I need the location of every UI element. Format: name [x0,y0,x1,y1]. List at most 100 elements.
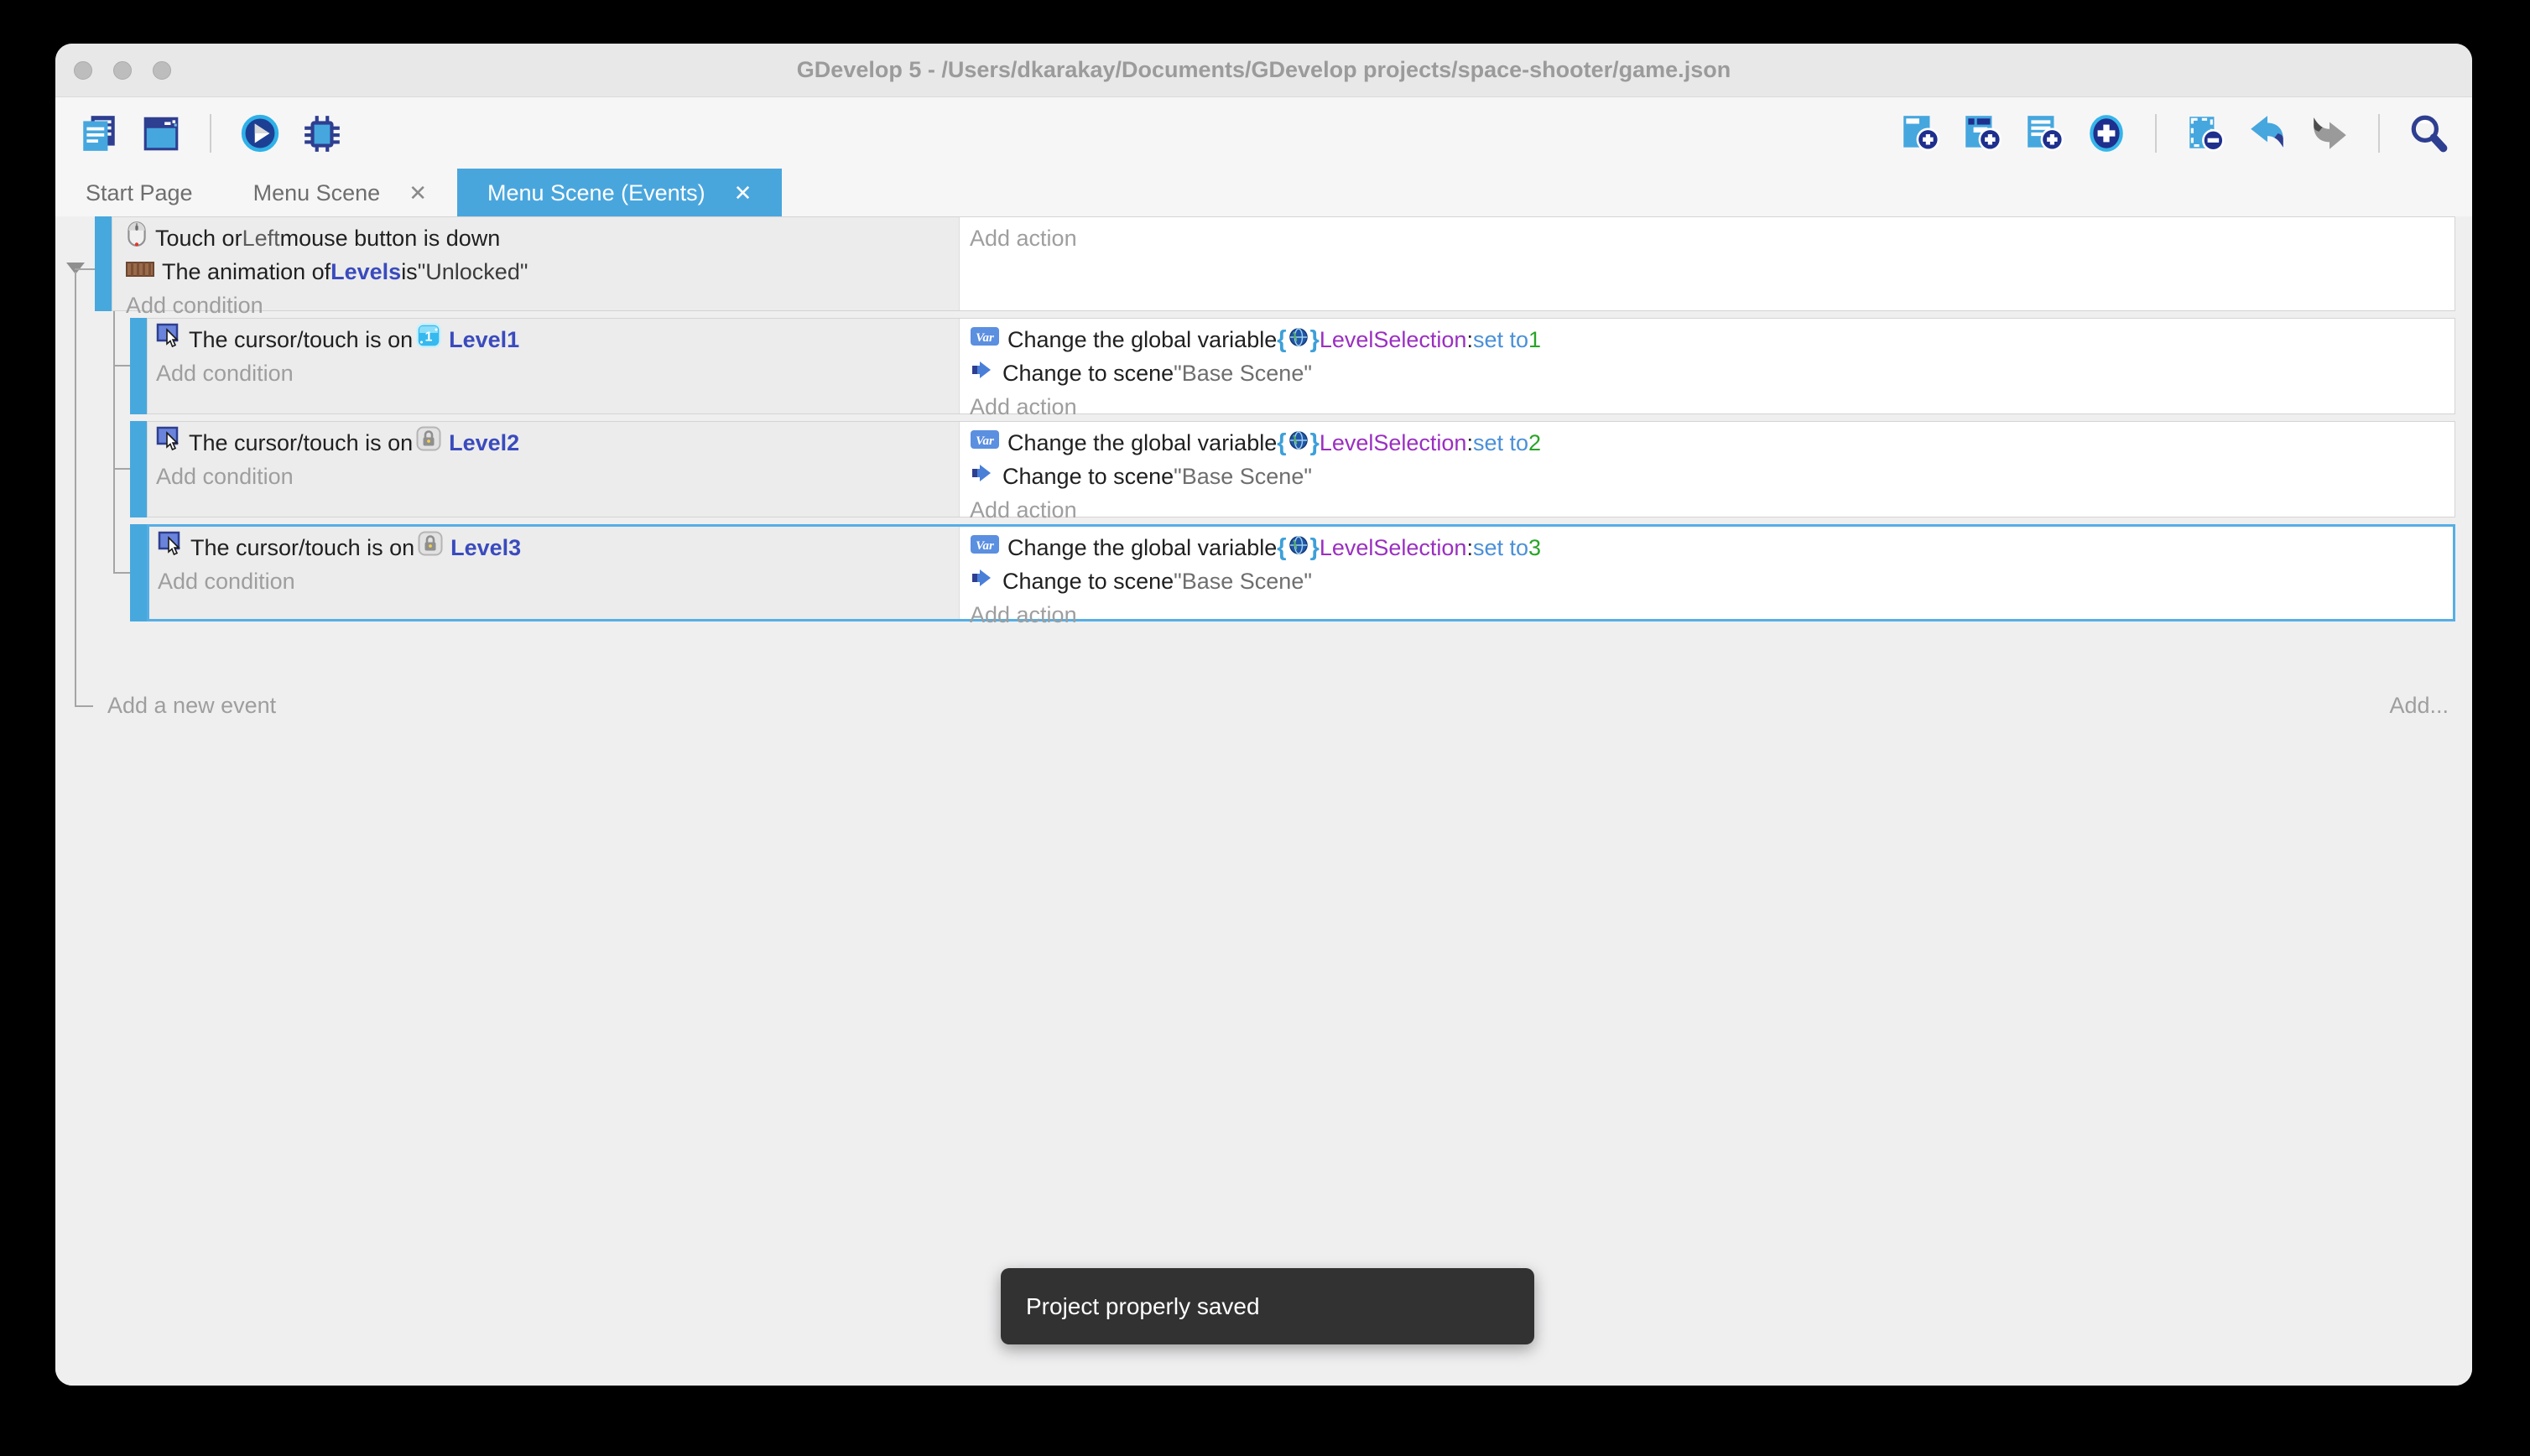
global-variable-brace: { [1277,323,1286,356]
object-name: Level1 [449,323,519,356]
tree-line [75,272,76,705]
toolbar-separator [2155,114,2157,153]
object-name: Levels [331,255,401,289]
conditions-column[interactable]: Touch or Left mouse button is down The a… [112,217,960,310]
action-change-scene[interactable]: Change to scene "Base Scene" [960,564,2453,598]
global-variable-brace: } [1310,323,1320,356]
event-highlight-bar[interactable] [130,318,147,414]
condition-cursor-on[interactable]: The cursor/touch is on 1 Level1 [148,323,959,356]
action-change-variable[interactable]: Var Change the global variable { } Level… [960,323,2455,356]
events-sheet: Touch or Left mouse button is down The a… [55,216,2472,1386]
add-action-button[interactable]: Add action [960,390,2455,424]
add-choose-event-icon[interactable] [2085,112,2128,155]
event-row-sub2[interactable]: The cursor/touch is on Level2 Add condit… [147,421,2455,517]
event-highlight-bar[interactable] [130,421,147,517]
event-row-sub1[interactable]: The cursor/touch is on 1 Level1 Add cond… [147,318,2455,414]
add-subevent-icon[interactable] [1960,112,2004,155]
tab-start-page[interactable]: Start Page [55,169,223,217]
action-text: Change to scene [1002,356,1174,390]
tree-line [113,365,130,367]
tree-line [75,705,93,707]
conditions-column[interactable]: The cursor/touch is on Level3 Add condit… [149,527,960,619]
play-icon[interactable] [238,112,282,155]
scene-name: "Base Scene" [1174,460,1312,493]
scene-name: "Base Scene" [1174,564,1312,598]
delete-selection-icon[interactable] [2184,112,2227,155]
gdevelop-window: GDevelop 5 - /Users/dkarakay/Documents/G… [55,44,2472,1386]
actions-column[interactable]: Var Change the global variable { } Level… [960,319,2455,413]
minimize-window-button[interactable] [113,61,132,80]
actions-column[interactable]: Var Change the global variable { } Level… [960,527,2453,619]
lock-object-icon [418,531,443,565]
tree-line [113,468,130,470]
add-condition-button[interactable]: Add condition [149,564,959,598]
debugger-icon[interactable] [300,112,344,155]
redo-icon[interactable] [2308,112,2351,155]
actions-column[interactable]: Var Change the global variable { } Level… [960,422,2455,517]
toast-message: Project properly saved [1026,1293,1260,1319]
operator: set to [1473,531,1528,564]
action-change-scene[interactable]: Change to scene "Base Scene" [960,356,2455,390]
titlebar: GDevelop 5 - /Users/dkarakay/Documents/G… [55,44,2472,97]
cursor-icon [158,530,183,566]
search-icon[interactable] [2407,112,2450,155]
add-action-button[interactable]: Add action [960,598,2453,632]
close-tab-icon[interactable]: ✕ [734,180,752,206]
action-text: Change to scene [1002,564,1174,598]
global-variable-brace: { [1277,426,1286,460]
global-variable-brace: } [1310,426,1320,460]
event-highlight-bar[interactable] [95,216,112,311]
lock-object-icon [416,426,441,460]
tab-label: Menu Scene [253,180,381,206]
tab-menu-scene[interactable]: Menu Scene ✕ [223,169,457,217]
action-change-variable[interactable]: Var Change the global variable { } Level… [960,531,2453,564]
actions-column[interactable]: Add action [960,217,2455,310]
variable-name: LevelSelection [1320,426,1467,460]
scene-editor-window-icon[interactable] [139,112,183,155]
undo-icon[interactable] [2246,112,2289,155]
add-new-event-button[interactable]: Add a new event [107,689,276,722]
add-comment-icon[interactable] [2022,112,2066,155]
action-change-variable[interactable]: Var Change the global variable { } Level… [960,426,2455,460]
action-text: : [1466,531,1473,564]
variable-name: LevelSelection [1320,323,1467,356]
conditions-column[interactable]: The cursor/touch is on Level2 Add condit… [148,422,960,517]
tree-line [113,572,130,574]
cursor-icon [156,322,181,358]
scene-arrow-icon [970,460,995,493]
close-window-button[interactable] [74,61,92,80]
condition-text: mouse button is down [280,221,501,255]
add-condition-button[interactable]: Add condition [148,356,959,390]
add-event-icon[interactable] [1898,112,1942,155]
variable-icon: Var [970,323,1000,356]
value: 3 [1528,531,1541,564]
tab-menu-scene-events[interactable]: Menu Scene (Events) ✕ [457,169,782,217]
add-ellipsis-button[interactable]: Add... [2389,689,2449,722]
condition-cursor-on[interactable]: The cursor/touch is on Level3 [149,531,959,564]
animation-icon [126,255,154,289]
event-row-parent[interactable]: Touch or Left mouse button is down The a… [112,216,2455,311]
project-manager-icon[interactable] [77,112,121,155]
variable-name: LevelSelection [1320,531,1467,564]
condition-cursor-on[interactable]: The cursor/touch is on Level2 [148,426,959,460]
condition-animation[interactable]: The animation of Levels is "Unlocked" [112,255,959,289]
scene-name: "Base Scene" [1174,356,1312,390]
globe-icon [1288,426,1309,460]
globe-icon [1288,531,1309,564]
maximize-window-button[interactable] [153,61,171,80]
add-action-button[interactable]: Add action [960,493,2455,527]
conditions-column[interactable]: The cursor/touch is on 1 Level1 Add cond… [148,319,960,413]
object-name: Level2 [449,426,519,460]
add-condition-button[interactable]: Add condition [148,460,959,493]
scene-arrow-icon [970,564,995,598]
close-tab-icon[interactable]: ✕ [409,180,427,206]
add-condition-button[interactable]: Add condition [112,289,959,322]
add-action-button[interactable]: Add action [960,221,2455,255]
window-title: GDevelop 5 - /Users/dkarakay/Documents/G… [55,44,2472,96]
event-highlight-bar[interactable] [130,524,147,621]
action-change-scene[interactable]: Change to scene "Base Scene" [960,460,2455,493]
condition-touch-mouse[interactable]: Touch or Left mouse button is down [112,221,959,255]
action-text: : [1466,426,1473,460]
variable-icon: Var [970,531,1000,564]
event-row-sub3-selected[interactable]: The cursor/touch is on Level3 Add condit… [147,524,2455,621]
